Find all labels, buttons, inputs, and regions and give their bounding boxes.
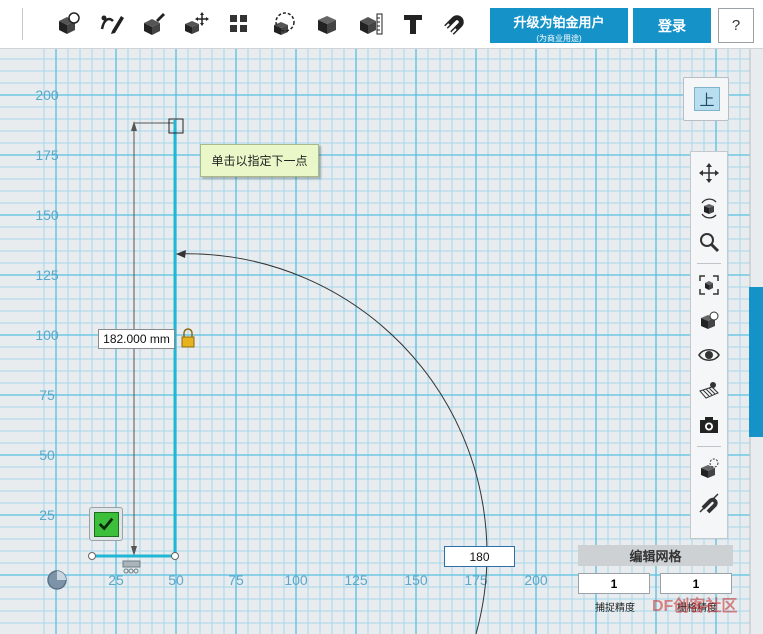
y-tick-label: 75: [39, 387, 55, 403]
orbit-button[interactable]: [696, 195, 722, 221]
y-tick-label: 25: [39, 507, 55, 523]
solid-view-button[interactable]: [696, 307, 722, 333]
eye-icon: [698, 348, 720, 362]
y-tick-label: 150: [35, 207, 59, 223]
side-panel-toggle[interactable]: [749, 287, 763, 437]
watermark-text: DF创客社区: [652, 598, 738, 615]
zoom-button[interactable]: [696, 229, 722, 255]
x-tick-label: 25: [108, 572, 124, 588]
material-cube-icon: [701, 458, 719, 478]
camera-icon: [700, 417, 718, 433]
navbar-divider: [697, 446, 721, 447]
viewcube[interactable]: 上: [683, 77, 729, 121]
snap-slash-icon: [699, 493, 719, 514]
fit-view-button[interactable]: [696, 272, 722, 298]
sketch-point-corner[interactable]: [171, 552, 179, 560]
y-tick-label: 125: [35, 267, 59, 283]
length-input[interactable]: 182.000 mm: [98, 329, 175, 349]
x-tick-label: 100: [284, 572, 308, 588]
grid-eye-icon: [699, 382, 719, 399]
confirm-sketch-button[interactable]: [89, 507, 123, 541]
x-tick-label: 200: [524, 572, 548, 588]
snap-precision-label: 捕捉精度: [595, 603, 635, 614]
zoom-magnifier-icon: [700, 233, 720, 253]
screenshot-button[interactable]: [696, 412, 722, 438]
fit-view-icon: [699, 275, 719, 295]
snap-toggle-button[interactable]: [696, 490, 722, 516]
snap-precision-input[interactable]: 1: [578, 573, 650, 594]
angle-input[interactable]: 180: [444, 546, 515, 567]
x-tick-label: 50: [168, 572, 184, 588]
navbar-divider: [697, 263, 721, 264]
x-tick-label: 125: [344, 572, 368, 588]
y-tick-label: 175: [35, 147, 59, 163]
x-tick-label: 175: [464, 572, 488, 588]
viewcube-top-face[interactable]: 上: [694, 87, 720, 111]
pan-arrows-icon: [699, 163, 719, 183]
x-tick-label: 150: [404, 572, 428, 588]
y-tick-label: 200: [35, 87, 59, 103]
orbit-cube-icon: [701, 198, 717, 219]
pan-button[interactable]: [696, 160, 722, 186]
grid-precision-input[interactable]: 1: [660, 573, 732, 594]
solid-view-icon: [701, 311, 719, 329]
checkmark-icon: [93, 511, 119, 537]
navigation-bar: [690, 151, 728, 539]
grid-visibility-button[interactable]: [696, 377, 722, 403]
material-button[interactable]: [696, 455, 722, 481]
x-tick-label: 75: [228, 572, 244, 588]
y-tick-label: 50: [39, 447, 55, 463]
sketch-point-start[interactable]: [88, 552, 96, 560]
visibility-button[interactable]: [696, 342, 722, 368]
sketch-hint-tooltip: 单击以指定下一点: [200, 144, 319, 177]
edit-grid-button[interactable]: 编辑网格: [578, 545, 733, 566]
y-tick-label: 100: [35, 327, 59, 343]
origin-marker: [47, 570, 67, 590]
